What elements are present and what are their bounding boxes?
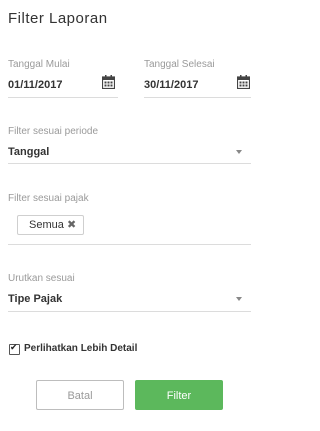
sort-by-underline [8,311,251,312]
end-date-input[interactable]: 30/11/2017 [144,79,198,91]
period-filter-underline [8,163,251,164]
sort-by-caret-down-icon[interactable] [236,297,242,301]
check-icon: ✔ [10,342,18,352]
tax-filter-underline [8,244,251,245]
period-filter-label: Filter sesuai periode [8,126,99,137]
end-date-calendar-icon[interactable] [237,75,250,89]
tax-filter-chip: Semua ✖ [17,215,84,235]
end-date-underline [144,97,251,98]
start-date-input[interactable]: 01/11/2017 [8,79,62,91]
period-filter-caret-down-icon[interactable] [236,150,242,154]
sort-by-label: Urutkan sesuai [8,273,75,284]
cancel-button[interactable]: Batal [36,380,124,410]
show-detail-checkbox[interactable]: ✔ [9,342,20,355]
start-date-calendar-icon[interactable] [102,75,115,89]
filter-report-panel: Filter Laporan Tanggal Mulai 01/11/2017 … [0,0,259,431]
period-filter-select[interactable]: Tanggal [8,146,49,158]
end-date-label: Tanggal Selesai [144,59,215,70]
panel-title: Filter Laporan [8,10,108,27]
tax-filter-chip-label: Semua [29,219,64,231]
show-detail-label[interactable]: Perlihatkan Lebih Detail [24,343,137,354]
start-date-underline [8,97,118,98]
filter-button[interactable]: Filter [135,380,223,410]
sort-by-select[interactable]: Tipe Pajak [8,293,62,305]
remove-chip-icon[interactable]: ✖ [67,218,76,231]
tax-filter-label: Filter sesuai pajak [8,193,89,204]
start-date-label: Tanggal Mulai [8,59,70,70]
